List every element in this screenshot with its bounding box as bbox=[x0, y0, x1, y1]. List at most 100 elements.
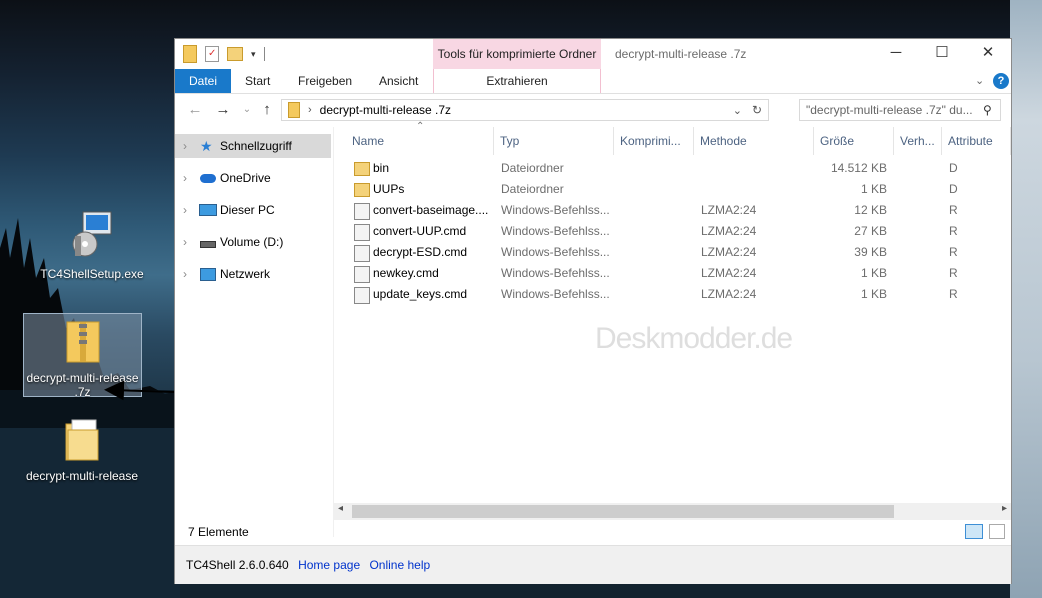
tab-extrahieren[interactable]: Extrahieren bbox=[433, 69, 601, 93]
cloud-icon bbox=[200, 174, 216, 183]
ribbon-expand-icon[interactable]: ⌄ bbox=[975, 69, 984, 93]
table-row[interactable]: newkey.cmd Windows-Befehlss... LZMA2:24 … bbox=[334, 263, 1011, 284]
quick-access-toolbar: ✓ ▾ bbox=[183, 45, 265, 63]
file-name: newkey.cmd bbox=[373, 266, 439, 280]
version-label: TC4Shell 2.6.0.640 bbox=[186, 558, 289, 572]
scroll-right-icon[interactable]: ▸ bbox=[1002, 503, 1007, 514]
file-method: LZMA2:24 bbox=[701, 245, 757, 259]
file-type: Windows-Befehlss... bbox=[501, 266, 610, 280]
table-row[interactable]: decrypt-ESD.cmd Windows-Befehlss... LZMA… bbox=[334, 242, 1011, 263]
file-type: Windows-Befehlss... bbox=[501, 287, 610, 301]
file-type: Dateiordner bbox=[501, 182, 564, 196]
large-icons-view-icon[interactable] bbox=[989, 524, 1005, 539]
table-row[interactable]: bin Dateiordner 14.512 KB D bbox=[334, 158, 1011, 179]
breadcrumb-path[interactable]: decrypt-multi-release .7z bbox=[320, 103, 451, 117]
window-title: decrypt-multi-release .7z bbox=[615, 47, 747, 61]
file-method: LZMA2:24 bbox=[701, 266, 757, 280]
horizontal-scrollbar[interactable]: ◂ ▸ bbox=[334, 503, 1011, 520]
nav-item-label: Volume (D:) bbox=[220, 235, 284, 249]
file-size: 1 KB bbox=[860, 182, 887, 196]
home-page-link[interactable]: Home page bbox=[298, 558, 360, 572]
ribbon-tabs: Datei Start Freigeben Ansicht Extrahiere… bbox=[175, 69, 1011, 94]
chevron-right-icon[interactable]: › bbox=[183, 230, 187, 254]
folder-icon bbox=[354, 183, 370, 197]
cmd-file-icon bbox=[354, 245, 370, 262]
online-help-link[interactable]: Online help bbox=[369, 558, 430, 572]
forward-button[interactable]: → bbox=[213, 100, 233, 120]
file-attr: D bbox=[949, 161, 958, 175]
column-header-attribute[interactable]: Attribute bbox=[942, 127, 1011, 155]
table-row[interactable]: convert-UUP.cmd Windows-Befehlss... LZMA… bbox=[334, 221, 1011, 242]
nav-item-label: Netzwerk bbox=[220, 267, 271, 281]
plugin-footer: TC4Shell 2.6.0.640 Home page Online help bbox=[175, 545, 1011, 584]
chevron-right-icon[interactable]: › bbox=[183, 166, 187, 190]
column-header-typ[interactable]: Typ bbox=[494, 127, 614, 155]
file-list: ⌃ Name Typ Komprimi... Methode Größe Ver… bbox=[334, 121, 1011, 509]
watermark: Deskmodder.de bbox=[595, 322, 793, 355]
address-dropdown-icon[interactable]: ⌄ bbox=[733, 104, 742, 117]
scrollbar-thumb[interactable] bbox=[352, 505, 894, 518]
explorer-window: ✓ ▾ Tools für komprimierte Ordner decryp… bbox=[174, 38, 1012, 584]
new-folder-icon[interactable] bbox=[227, 47, 243, 61]
file-attr: R bbox=[949, 224, 958, 238]
chevron-right-icon[interactable]: › bbox=[183, 262, 187, 286]
file-attr: R bbox=[949, 287, 958, 301]
help-icon[interactable]: ? bbox=[993, 73, 1009, 89]
nav-item-schnellzugriff[interactable]: › ★ Schnellzugriff bbox=[175, 134, 331, 158]
file-size: 1 KB bbox=[860, 287, 887, 301]
search-icon[interactable]: ⚲ bbox=[983, 103, 992, 117]
column-header-name[interactable]: Name bbox=[346, 127, 494, 155]
column-header-komprimiert[interactable]: Komprimi... bbox=[614, 127, 694, 155]
chevron-right-icon[interactable]: › bbox=[183, 134, 187, 158]
refresh-icon[interactable]: ↻ bbox=[752, 103, 762, 117]
item-count: 7 Elemente bbox=[188, 525, 249, 539]
column-header-groesse[interactable]: Größe bbox=[814, 127, 894, 155]
qat-dropdown-icon[interactable]: ▾ bbox=[251, 49, 256, 60]
close-button[interactable]: ✕ bbox=[965, 39, 1011, 69]
minimize-button[interactable]: ─ bbox=[873, 39, 919, 69]
address-bar[interactable]: › decrypt-multi-release .7z ⌄ ↻ bbox=[281, 99, 769, 121]
properties-icon[interactable]: ✓ bbox=[205, 46, 219, 62]
search-input[interactable]: "decrypt-multi-release .7z" du... bbox=[799, 99, 1001, 121]
breadcrumb-chevron-icon: › bbox=[308, 104, 312, 116]
file-attr: R bbox=[949, 203, 958, 217]
nav-item-netzwerk[interactable]: › Netzwerk bbox=[175, 262, 331, 286]
column-header-methode[interactable]: Methode bbox=[694, 127, 814, 155]
file-type: Windows-Befehlss... bbox=[501, 203, 610, 217]
file-method: LZMA2:24 bbox=[701, 203, 757, 217]
nav-item-dieser-pc[interactable]: › Dieser PC bbox=[175, 198, 331, 222]
table-row[interactable]: UUPs Dateiordner 1 KB D bbox=[334, 179, 1011, 200]
nav-item-onedrive[interactable]: › OneDrive bbox=[175, 166, 331, 190]
file-name: update_keys.cmd bbox=[373, 287, 468, 301]
file-type: Windows-Befehlss... bbox=[501, 224, 610, 238]
scroll-left-icon[interactable]: ◂ bbox=[338, 503, 343, 514]
zip-folder-icon bbox=[288, 102, 300, 118]
column-header-verhaeltnis[interactable]: Verh... bbox=[894, 127, 942, 155]
table-row[interactable]: update_keys.cmd Windows-Befehlss... LZMA… bbox=[334, 284, 1011, 305]
network-icon bbox=[200, 268, 216, 281]
details-view-icon[interactable] bbox=[965, 524, 983, 539]
file-method bbox=[701, 158, 811, 179]
recent-dropdown-icon[interactable]: ⌄ bbox=[237, 100, 257, 120]
file-size: 12 KB bbox=[854, 203, 887, 217]
up-button[interactable]: ↑ bbox=[257, 100, 277, 120]
chevron-right-icon[interactable]: › bbox=[183, 198, 187, 222]
tab-datei[interactable]: Datei bbox=[175, 69, 231, 93]
file-name: bin bbox=[373, 161, 390, 175]
tab-start[interactable]: Start bbox=[245, 69, 270, 93]
title-bar: ✓ ▾ Tools für komprimierte Ordner decryp… bbox=[175, 39, 1011, 69]
cmd-file-icon bbox=[354, 224, 370, 241]
file-size: 39 KB bbox=[854, 245, 887, 259]
maximize-button[interactable]: ☐ bbox=[919, 39, 965, 69]
drive-icon bbox=[200, 241, 216, 248]
tab-ansicht[interactable]: Ansicht bbox=[379, 69, 418, 93]
nav-item-volume-d[interactable]: › Volume (D:) bbox=[175, 230, 331, 254]
table-row[interactable]: convert-baseimage.... Windows-Befehlss..… bbox=[334, 200, 1011, 221]
file-name: UUPs bbox=[373, 182, 405, 196]
file-size: 14.512 KB bbox=[830, 161, 887, 175]
cmd-file-icon bbox=[354, 203, 370, 220]
tab-freigeben[interactable]: Freigeben bbox=[298, 69, 352, 93]
folder-icon bbox=[354, 162, 370, 176]
back-button[interactable]: ← bbox=[185, 100, 205, 120]
nav-item-label: Dieser PC bbox=[220, 203, 275, 217]
